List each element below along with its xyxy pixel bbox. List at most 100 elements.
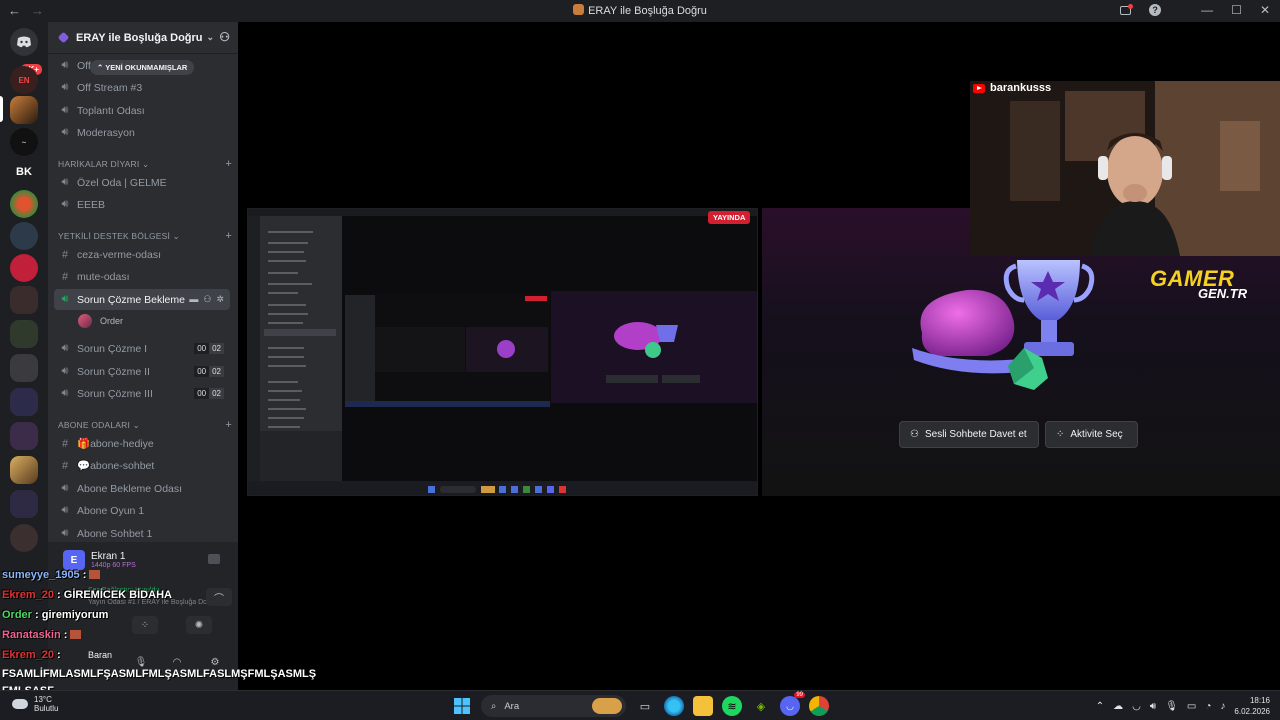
voice-channel[interactable]: 🔊︎ Off Stream #3 [54,77,230,98]
chat-user: Ranataskin [2,629,61,641]
add-channel-icon[interactable]: + [225,230,232,242]
invite-to-voice-label: Sesli Sohbete Davet et [924,429,1027,440]
server-folder-6[interactable] [10,490,38,518]
minimize-icon[interactable]: — [1201,3,1213,17]
category-header[interactable]: HARİKALAR DİYARI ⌄ + [58,158,234,170]
new-unreads-pill[interactable]: ⌃ YENİ OKUNMAMIŞLAR [90,60,195,75]
server-folder-1[interactable] [10,286,38,314]
windows-logo-icon [454,698,470,714]
server-icon-12[interactable] [10,456,38,484]
close-icon[interactable]: ✕ [1260,3,1270,17]
text-channel[interactable]: # 🎁abone-hediye [54,433,230,454]
active-server-indicator [0,96,3,122]
taskbar-search[interactable]: ⌕ Ara [481,695,626,717]
discord-icon[interactable]: ◡ 99 [780,692,805,716]
server-folder-3[interactable] [10,354,38,382]
server-folder-5[interactable] [10,422,38,450]
screen-share-preview[interactable] [247,208,758,496]
edge-icon[interactable] [664,696,684,716]
youtube-icon [973,83,985,93]
voice-member[interactable]: Order [78,314,123,328]
voice-channel[interactable]: 🔊︎ Özel Oda | GELME [54,172,230,193]
cloud-sync-icon[interactable]: ☁ [1113,701,1123,712]
server-icon-1[interactable]: EN [10,66,38,94]
gear-icon[interactable]: ✲ [216,294,224,305]
user-limit-badge: 00 02 [194,343,224,354]
taskbar-apps: ⌕ Ara ▭ ≋ ◈ ◡ 99 [452,692,829,717]
voice-channel[interactable]: 🔊︎ Sorun Çözme II 00 02 [54,361,230,382]
server-header[interactable]: ERAY ile Boşluğa Doğru ⌄ ⚇ [48,22,238,54]
hash-icon: # [61,437,69,450]
chat-icon[interactable]: ▬ [189,294,198,305]
spotify-icon[interactable]: ≋ [722,696,742,716]
invite-icon[interactable]: ⚇ [203,294,211,305]
chevron-up-icon[interactable]: ⌃ [1096,701,1104,712]
volume-icon[interactable]: 🔊︎ [1150,701,1156,712]
choose-activity-button[interactable]: ⁘ Aktivite Seç [1045,421,1138,448]
server-icon-5[interactable] [10,190,38,218]
nvidia-icon[interactable]: ◈ [751,696,771,716]
wifi-icon[interactable]: ◔ [1205,701,1211,712]
invite-to-voice-button[interactable]: ⚇ Sesli Sohbete Davet et [899,421,1039,448]
channel-label: Özel Oda | GELME [77,176,167,189]
clock[interactable]: 18:16 6.02.2026 [1234,695,1270,717]
channel-label: ceza-verme-odası [77,248,162,261]
inbox-icon[interactable] [1120,3,1134,15]
file-explorer-icon[interactable] [693,696,713,716]
stop-stream-icon[interactable] [208,554,220,564]
channel-label: Sorun Çözme Bekleme [77,293,185,306]
add-channel-icon[interactable]: + [225,158,232,170]
voice-channel[interactable]: 🔊︎ Sorun Çözme III 00 02 [54,383,230,404]
server-icon-6[interactable] [10,222,38,250]
display-icon[interactable]: ▭ [1187,701,1196,712]
windows-start-icon[interactable] [452,696,472,716]
voice-channel[interactable]: 🔊︎ Moderasyon [54,122,230,143]
speaker-tray-icon[interactable]: ♪ [1220,701,1225,712]
server-icon-14[interactable] [10,524,38,552]
server-icon-active[interactable] [10,96,38,124]
search-placeholder: Ara [504,700,520,712]
speaker-icon: 🔊︎ [61,342,69,354]
text-channel[interactable]: # 💬abone-sohbet [54,455,230,476]
microphone-tray-icon[interactable]: 🎙︎ [1165,701,1178,712]
task-view-icon[interactable]: ▭ [635,696,655,716]
help-icon[interactable]: ? [1149,4,1162,16]
activity-icon[interactable]: ⁘ [132,616,158,634]
voice-channel[interactable]: 🔊︎ EEEB [54,194,230,215]
chevron-down-icon: ⌄ [172,231,180,241]
invite-people-icon[interactable]: ⚇ [219,30,230,44]
chrome-icon[interactable] [809,696,829,716]
text-channel[interactable]: # mute-odası [54,266,230,287]
maximize-icon[interactable]: ☐ [1231,3,1242,17]
voice-channel-active[interactable]: 🔊︎ Sorun Çözme Bekleme ▬ ⚇ ✲ [54,289,230,310]
speaker-icon: 🔊︎ [61,176,69,188]
weather-widget[interactable]: 13°C Bulutlu [12,695,58,713]
server-folder-2[interactable] [10,320,38,348]
discord-tray-icon[interactable]: ◡ [1132,701,1141,712]
voice-channel[interactable]: 🔊︎ Abone Oyun 1 [54,500,230,521]
user-count: 00 [194,343,210,354]
server-icon-bk[interactable]: BK [10,158,38,186]
server-icon-7[interactable] [10,254,38,282]
soundboard-icon[interactable]: ✺ [186,616,212,634]
add-channel-icon[interactable]: + [225,419,232,431]
server-folder-4[interactable] [10,388,38,416]
disconnect-icon[interactable]: ⌒ [206,588,232,606]
text-channel[interactable]: # ceza-verme-odası [54,244,230,265]
choose-activity-label: Aktivite Seç [1070,429,1123,440]
boost-icon [57,31,70,44]
voice-channel[interactable]: 🔊︎ Toplantı Odası [54,100,230,121]
nested-screen-share-image [248,209,757,495]
category-header[interactable]: YETKİLİ DESTEK BÖLGESİ ⌄ + [58,230,234,242]
category-header[interactable]: ABONE ODALARI ⌄ + [58,419,234,431]
weather-temp: 13°C [34,695,52,704]
stream-preview[interactable]: E Ekran 1 1440p 60 FPS [63,550,136,570]
voice-channel[interactable]: 🔊︎ Abone Sohbet 1 [54,523,230,544]
discord-notification-badge: 99 [794,692,805,698]
server-icon-3[interactable]: ~ [10,128,38,156]
direct-messages-icon[interactable] [10,28,38,56]
voice-channel[interactable]: 🔊︎ Sorun Çözme I 00 02 [54,338,230,359]
chat-user: Order [2,609,32,621]
clock-date: 6.02.2026 [1234,707,1270,716]
voice-channel[interactable]: 🔊︎ Abone Bekleme Odası [54,478,230,499]
